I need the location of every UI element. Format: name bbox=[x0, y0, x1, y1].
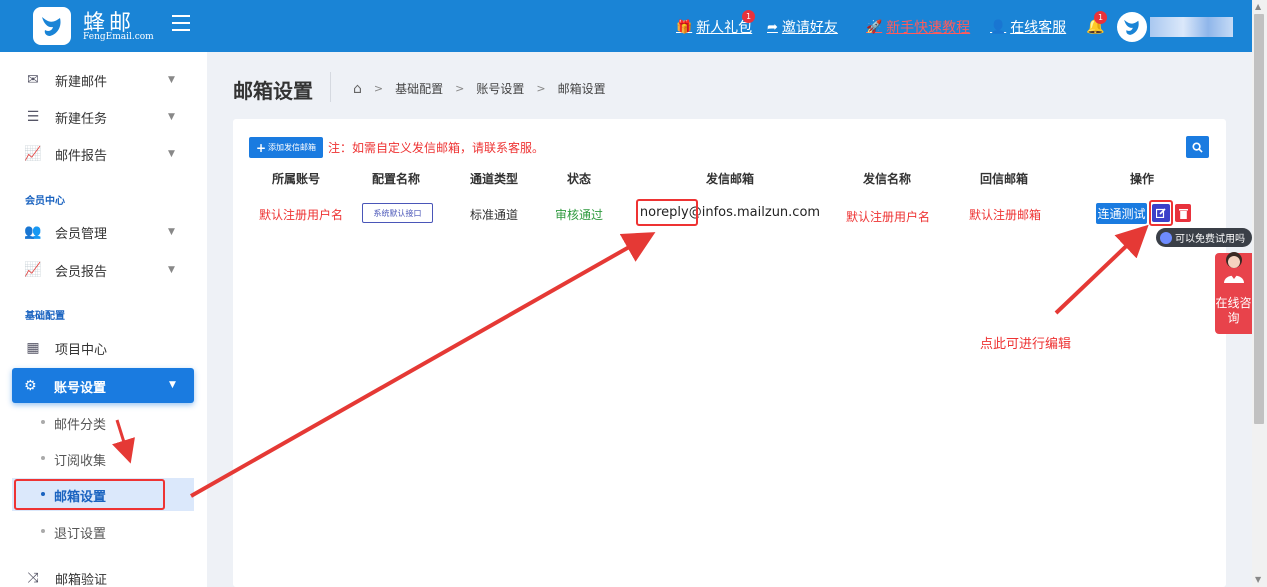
sidebar-item-new-task[interactable]: ☰ 新建任务 ▼ bbox=[0, 99, 207, 135]
breadcrumb-item: 邮箱设置 bbox=[557, 82, 606, 96]
online-consult-button[interactable]: 在线咨询 bbox=[1215, 252, 1252, 334]
scroll-down-icon[interactable]: ▼ bbox=[1255, 575, 1261, 584]
support-link[interactable]: 👤 在线客服 bbox=[990, 17, 1066, 37]
scroll-thumb[interactable] bbox=[1254, 14, 1264, 424]
column-header: 状态 bbox=[566, 172, 592, 186]
cell-status: 审核通过 bbox=[554, 208, 604, 222]
cell-sender-email: noreply@infos.mailzun.com bbox=[639, 205, 821, 220]
menu-toggle-icon[interactable] bbox=[172, 15, 190, 31]
breadcrumb-item[interactable]: 基础配置 bbox=[395, 80, 443, 97]
cell-sender-name: 默认注册用户名 bbox=[845, 210, 931, 224]
connection-test-button[interactable]: 连通测试 bbox=[1096, 203, 1147, 224]
config-name-tag[interactable]: 系统默认接口 bbox=[362, 203, 433, 223]
sidebar-sub-subscription[interactable]: 订阅收集 bbox=[12, 442, 194, 475]
plus-icon: + bbox=[255, 140, 267, 155]
sidebar-item-member-manage[interactable]: 👥 会员管理 ▼ bbox=[0, 214, 207, 250]
consult-label: 在线咨询 bbox=[1215, 296, 1252, 325]
search-button[interactable] bbox=[1186, 136, 1209, 158]
cell-account: 默认注册用户名 bbox=[258, 208, 344, 222]
column-header: 发信邮箱 bbox=[705, 172, 755, 186]
gift-link[interactable]: 🎁 新人礼包 bbox=[676, 17, 752, 37]
chat-icon bbox=[1160, 231, 1172, 244]
gears-icon: ⚙ bbox=[24, 378, 37, 394]
chevron-down-icon: ▼ bbox=[169, 380, 176, 390]
share-icon: ➦ bbox=[767, 19, 778, 35]
scroll-up-icon[interactable]: ▲ bbox=[1255, 2, 1261, 11]
delete-button[interactable] bbox=[1175, 204, 1191, 222]
add-sender-button[interactable]: + 添加发信邮箱 bbox=[249, 137, 323, 158]
list-icon: ☰ bbox=[26, 109, 40, 125]
envelope-icon: ✉ bbox=[27, 72, 39, 88]
gift-badge: 1 bbox=[742, 10, 755, 23]
shuffle-icon: ⤨ bbox=[27, 570, 39, 586]
column-header: 配置名称 bbox=[371, 172, 421, 186]
logo-icon[interactable] bbox=[33, 7, 71, 45]
avatar[interactable] bbox=[1117, 12, 1147, 42]
scrollbar[interactable]: ▲ ▼ bbox=[1252, 0, 1267, 587]
page-title: 邮箱设置 bbox=[233, 79, 313, 103]
user-icon: 👤 bbox=[990, 19, 1007, 35]
sidebar-sub-mail-category[interactable]: 邮件分类 bbox=[12, 406, 194, 439]
chevron-down-icon: ▼ bbox=[168, 149, 175, 159]
sidebar-item-email-verify[interactable]: ⤨ 邮箱验证 bbox=[0, 560, 207, 587]
logo-subtitle: FengEmail.com bbox=[83, 32, 154, 42]
annotation-text: 点此可进行编辑 bbox=[980, 337, 1072, 352]
sidebar-item-member-report[interactable]: 📈 会员报告 ▼ bbox=[0, 252, 207, 288]
gift-icon: 🎁 bbox=[676, 19, 693, 35]
chart-icon: 📈 bbox=[24, 146, 42, 162]
sidebar-item-mail-report[interactable]: 📈 邮件报告 ▼ bbox=[0, 136, 207, 172]
sidebar-sub-mailbox-settings[interactable]: 邮箱设置 bbox=[12, 478, 194, 511]
sidebar-item-project-center[interactable]: ▦ 项目中心 bbox=[0, 330, 207, 366]
sidebar-item-new-mail[interactable]: ✉ 新建邮件 ▼ bbox=[0, 62, 207, 98]
boxes-icon: ▦ bbox=[26, 340, 40, 356]
column-header: 回信邮箱 bbox=[979, 172, 1029, 186]
bell-badge: 1 bbox=[1094, 11, 1107, 24]
column-header: 通道类型 bbox=[469, 172, 519, 186]
edit-icon bbox=[1156, 208, 1166, 218]
mailbox-table-card: + 添加发信邮箱 注：如需自定义发信邮箱，请联系客服。 所属账号 配置名称 通道… bbox=[233, 119, 1226, 587]
invite-link[interactable]: ➦ 邀请好友 bbox=[767, 17, 838, 37]
column-header: 所属账号 bbox=[271, 172, 321, 186]
trial-tooltip[interactable]: 可以免费试用吗 bbox=[1156, 228, 1252, 247]
column-header: 操作 bbox=[1129, 172, 1155, 186]
chevron-down-icon: ▼ bbox=[168, 112, 175, 122]
cell-reply-email: 默认注册邮箱 bbox=[968, 208, 1042, 222]
cell-channel: 标准通道 bbox=[469, 208, 519, 222]
edit-button[interactable] bbox=[1152, 204, 1170, 222]
column-header: 发信名称 bbox=[862, 172, 912, 186]
divider bbox=[330, 72, 331, 102]
agent-avatar-icon bbox=[1224, 252, 1244, 283]
sidebar-item-account-settings[interactable]: ⚙ 账号设置 ▼ bbox=[12, 368, 194, 403]
search-icon bbox=[1192, 141, 1203, 153]
rocket-icon: 🚀 bbox=[866, 19, 883, 35]
top-bar: 蜂邮 FengEmail.com 🎁 新人礼包 1 ➦ 邀请好友 🚀 新手快速教… bbox=[0, 0, 1252, 52]
breadcrumb-item[interactable]: 账号设置 bbox=[476, 80, 524, 97]
sidebar: ✉ 新建邮件 ▼ ☰ 新建任务 ▼ 📈 邮件报告 ▼ 会员中心 👥 会员管理 ▼… bbox=[0, 52, 207, 587]
chart-icon: 📈 bbox=[24, 262, 42, 278]
chevron-down-icon: ▼ bbox=[168, 227, 175, 237]
sidebar-sub-unsubscribe[interactable]: 退订设置 bbox=[12, 515, 194, 548]
chevron-down-icon: ▼ bbox=[168, 75, 175, 85]
username-blurred[interactable] bbox=[1150, 17, 1233, 37]
chevron-down-icon: ▼ bbox=[168, 265, 175, 275]
trash-icon bbox=[1178, 208, 1188, 219]
home-icon[interactable]: ⌂ bbox=[353, 81, 362, 97]
tutorial-link[interactable]: 🚀 新手快速教程 bbox=[866, 17, 970, 37]
users-icon: 👥 bbox=[24, 224, 42, 240]
notice-text: 注：如需自定义发信邮箱，请联系客服。 bbox=[328, 141, 545, 155]
breadcrumb: ⌂ > 基础配置 > 账号设置 > 邮箱设置 bbox=[353, 80, 606, 97]
section-basic-config: 基础配置 bbox=[25, 311, 65, 322]
section-member-center: 会员中心 bbox=[25, 196, 65, 207]
